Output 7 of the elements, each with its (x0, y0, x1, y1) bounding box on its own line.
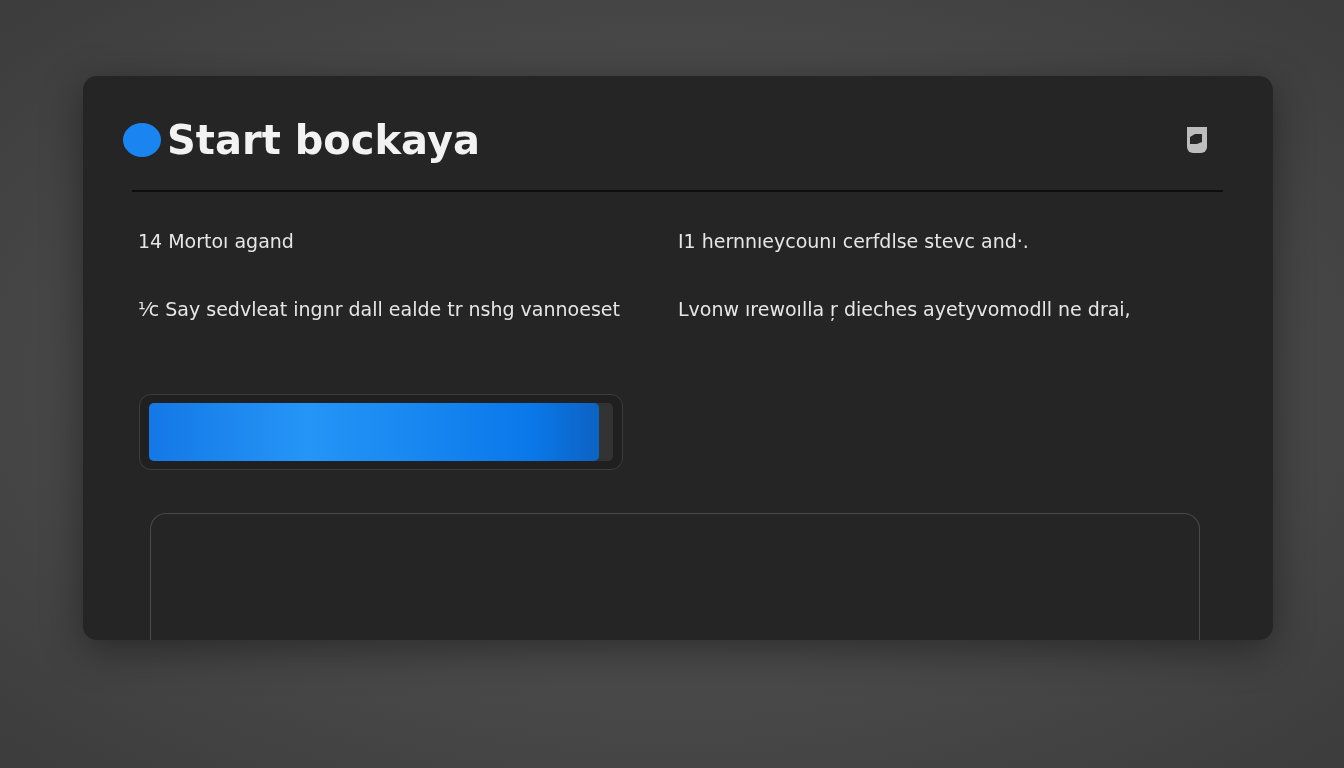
status-dot-icon (123, 123, 161, 157)
info-text: ⅟c Say sedvleat ingnr dall ealde tr nshg vannoeset (138, 298, 621, 320)
info-text: Lvonw ırewoılla ŗ dieches ayetyvomodll ne drai, (678, 298, 1132, 320)
info-text: 14 Mortoı agand (138, 230, 295, 252)
info-text: I1 hernnıeycounı cerfdlse stevc and·. (678, 230, 1030, 252)
shield-icon[interactable] (1185, 125, 1209, 155)
dialog-title: Start bockaya (167, 117, 481, 163)
